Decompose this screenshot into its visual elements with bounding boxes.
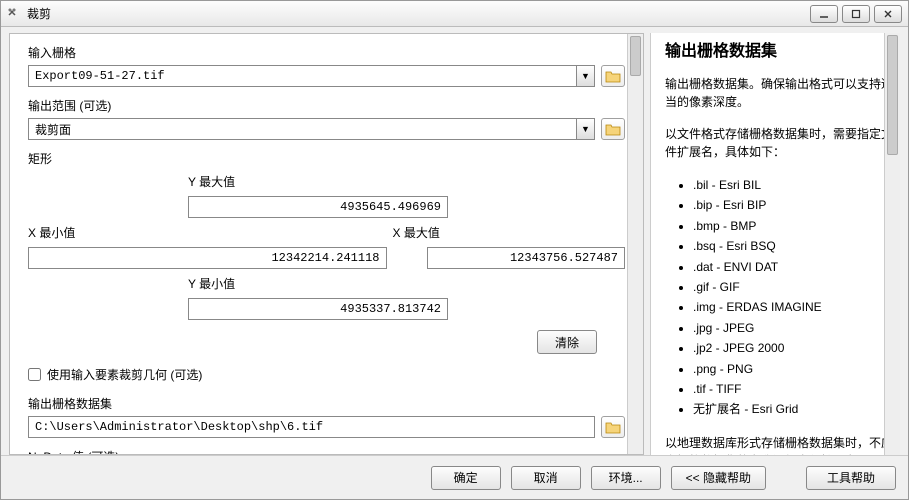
x-min-label: X 最小值 — [28, 224, 188, 241]
rectangle-label: 矩形 — [28, 150, 625, 167]
dialog-window: 裁剪 输入栅格 Export09-51-27.tif ▼ 输出范 — [0, 0, 909, 500]
y-max-input[interactable] — [188, 196, 448, 218]
help-text: 输出栅格数据集。确保输出格式可以支持适当的像素深度。 — [665, 75, 894, 111]
browse-output-extent-button[interactable] — [601, 118, 625, 140]
x-min-input[interactable] — [28, 247, 387, 269]
y-min-label: Y 最小值 — [188, 275, 387, 292]
format-list: .bil - Esri BIL.bip - Esri BIP.bmp - BMP… — [665, 175, 894, 420]
output-extent-label: 输出范围 (可选) — [28, 97, 625, 114]
help-text: 以地理数据库形式存储栅格数据集时，不应向栅格数据集的名称添加文件扩展名。 — [665, 434, 894, 455]
x-max-input[interactable] — [427, 247, 626, 269]
window-buttons — [810, 5, 902, 23]
output-extent-value: 裁剪面 — [29, 121, 576, 138]
format-item: .jp2 - JPEG 2000 — [693, 338, 894, 358]
format-item: .bil - Esri BIL — [693, 175, 894, 195]
hide-help-button[interactable]: << 隐藏帮助 — [671, 466, 766, 490]
chevron-down-icon[interactable]: ▼ — [576, 66, 594, 86]
maximize-button[interactable] — [842, 5, 870, 23]
help-scrollbar[interactable] — [884, 33, 900, 455]
cancel-button[interactable]: 取消 — [511, 466, 581, 490]
app-icon — [7, 7, 21, 21]
help-panel: 输出栅格数据集 输出栅格数据集。确保输出格式可以支持适当的像素深度。 以文件格式… — [650, 33, 900, 455]
format-item: .gif - GIF — [693, 277, 894, 297]
title-bar: 裁剪 — [1, 1, 908, 27]
format-item: .dat - ENVI DAT — [693, 257, 894, 277]
browse-output-dataset-button[interactable] — [601, 416, 625, 438]
use-features-checkbox[interactable] — [28, 368, 41, 381]
close-button[interactable] — [874, 5, 902, 23]
help-text: 以文件格式存储栅格数据集时，需要指定文件扩展名，具体如下： — [665, 125, 894, 161]
clear-button[interactable]: 清除 — [537, 330, 597, 354]
format-item: .bsq - Esri BSQ — [693, 236, 894, 256]
button-bar: 确定 取消 环境... << 隐藏帮助 工具帮助 — [1, 455, 908, 499]
environments-button[interactable]: 环境... — [591, 466, 661, 490]
format-item: 无扩展名 - Esri Grid — [693, 399, 894, 419]
y-max-label: Y 最大值 — [188, 173, 387, 190]
format-item: .jpg - JPEG — [693, 318, 894, 338]
format-item: .tif - TIFF — [693, 379, 894, 399]
use-features-label: 使用输入要素裁剪几何 (可选) — [47, 366, 202, 383]
form-scrollbar[interactable] — [627, 34, 643, 454]
format-item: .img - ERDAS IMAGINE — [693, 297, 894, 317]
minimize-button[interactable] — [810, 5, 838, 23]
format-item: .bmp - BMP — [693, 216, 894, 236]
form-panel: 输入栅格 Export09-51-27.tif ▼ 输出范围 (可选) 裁剪面 … — [9, 33, 644, 455]
window-title: 裁剪 — [27, 5, 810, 22]
chevron-down-icon[interactable]: ▼ — [576, 119, 594, 139]
output-extent-combo[interactable]: 裁剪面 ▼ — [28, 118, 595, 140]
ok-button[interactable]: 确定 — [431, 466, 501, 490]
nodata-label: NoData 值 (可选) — [28, 448, 625, 455]
output-dataset-label: 输出栅格数据集 — [28, 395, 625, 412]
format-item: .png - PNG — [693, 359, 894, 379]
output-dataset-input[interactable] — [28, 416, 595, 438]
format-item: .bip - Esri BIP — [693, 195, 894, 215]
input-raster-combo[interactable]: Export09-51-27.tif ▼ — [28, 65, 595, 87]
input-raster-label: 输入栅格 — [28, 44, 625, 61]
extent-group: Y 最大值 X 最小值 X 最大值 Y 最小值 — [28, 173, 625, 320]
y-min-input[interactable] — [188, 298, 448, 320]
browse-input-raster-button[interactable] — [601, 65, 625, 87]
input-raster-value: Export09-51-27.tif — [29, 69, 576, 83]
x-max-label: X 最大值 — [387, 224, 626, 241]
tool-help-button[interactable]: 工具帮助 — [806, 466, 896, 490]
help-title: 输出栅格数据集 — [665, 37, 894, 61]
